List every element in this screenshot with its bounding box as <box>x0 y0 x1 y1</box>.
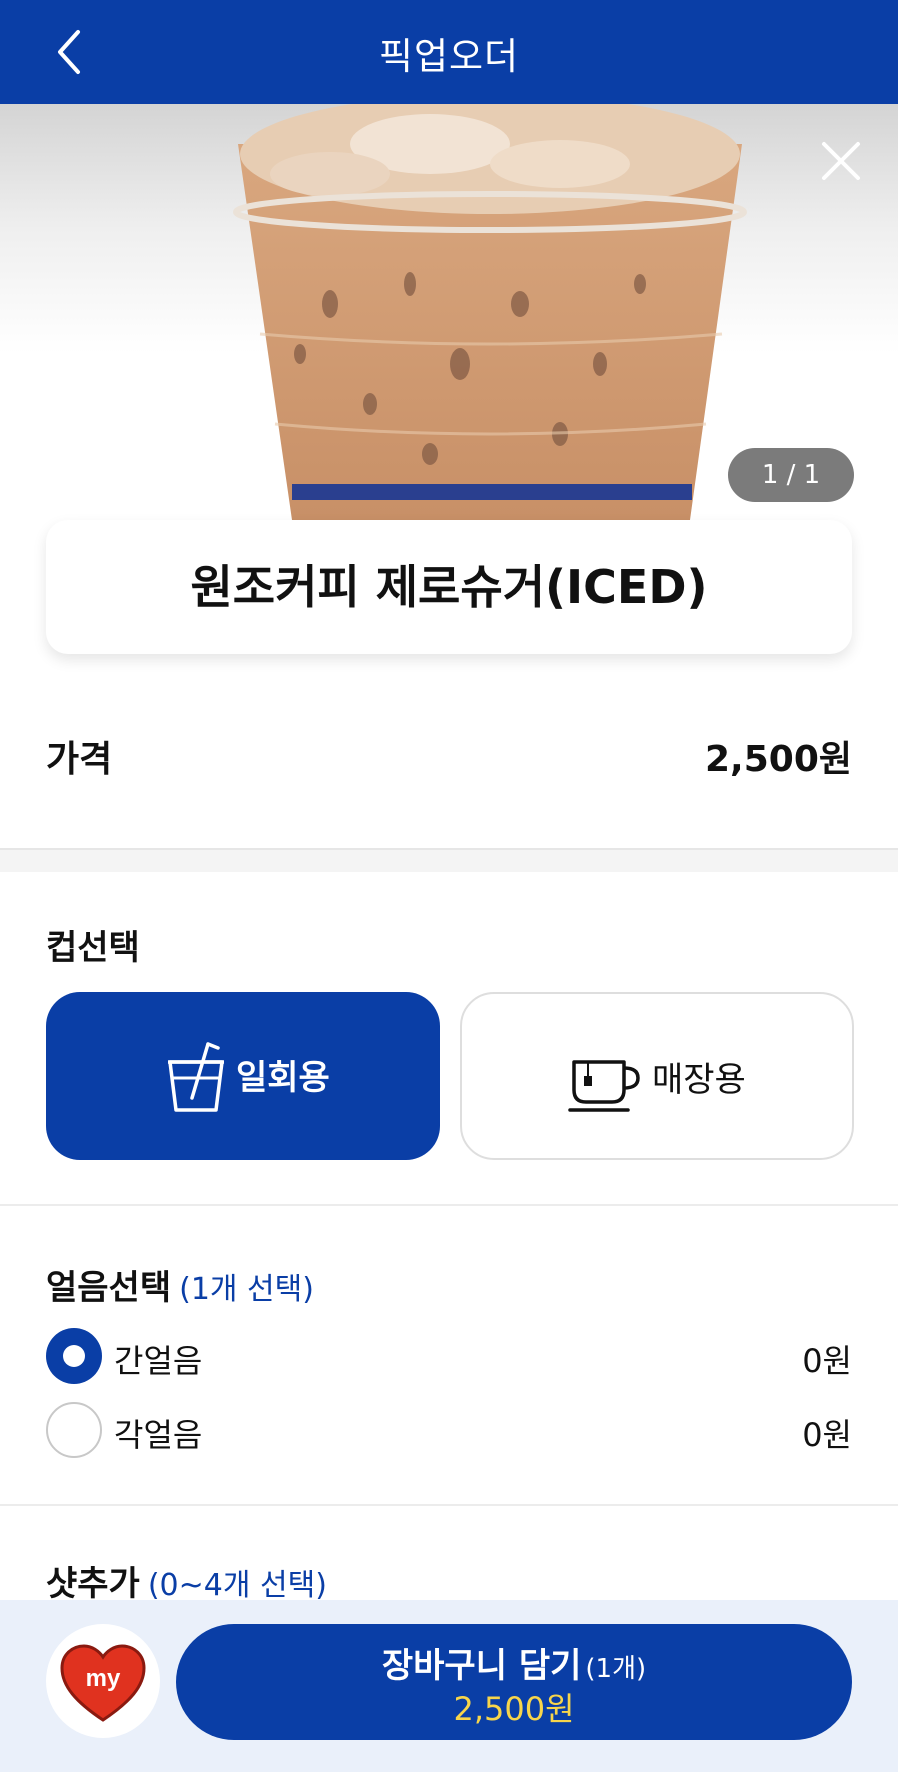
page-title: 픽업오더 <box>378 35 520 78</box>
ice-section-title: 얼음선택 (1개 선택) <box>46 1260 314 1309</box>
plastic-cup-icon <box>168 1042 224 1112</box>
bottom-action-bar: my 장바구니 담기 (1개) 2,500원 <box>0 1600 898 1772</box>
price-label: 가격 <box>46 739 113 780</box>
section-divider <box>0 848 898 872</box>
ice-option-label: 간얼음 <box>114 1342 203 1380</box>
shot-section-hint: (0~4개 선택) <box>147 1568 327 1603</box>
ice-option-price: 0원 <box>802 1416 852 1454</box>
my-menu-button[interactable]: my <box>46 1624 160 1738</box>
my-label: my <box>86 1665 121 1692</box>
shot-section-label: 샷추가 <box>46 1564 140 1604</box>
heart-my-icon: my <box>60 1644 146 1722</box>
cup-section-title: 컵선택 <box>46 920 140 969</box>
ice-option-crushed[interactable]: 간얼음 0원 <box>46 1326 852 1386</box>
mug-icon <box>568 1060 640 1112</box>
add-to-cart-button[interactable]: 장바구니 담기 (1개) 2,500원 <box>176 1624 852 1740</box>
cart-total: 2,500원 <box>453 1690 575 1728</box>
image-counter-badge: 1 / 1 <box>728 448 854 502</box>
ice-option-price: 0원 <box>802 1342 852 1380</box>
ice-option-cube[interactable]: 각얼음 0원 <box>46 1400 852 1460</box>
cart-label-line: 장바구니 담기 (1개) <box>176 1638 852 1687</box>
cup-section-label: 컵선택 <box>46 928 140 968</box>
cart-label: 장바구니 담기 <box>381 1646 582 1686</box>
app-header: 픽업오더 <box>0 0 898 104</box>
ice-option-label: 각얼음 <box>114 1416 203 1454</box>
ice-section-hint: (1개 선택) <box>179 1272 314 1307</box>
divider <box>0 1204 898 1206</box>
cart-quantity: (1개) <box>585 1654 647 1684</box>
radio-selected[interactable] <box>46 1328 102 1384</box>
product-name: 원조커피 제로슈거(ICED) <box>46 520 852 654</box>
close-icon <box>822 142 860 180</box>
product-image-carousel[interactable]: 1 / 1 <box>0 104 898 520</box>
radio-unselected[interactable] <box>46 1402 102 1458</box>
cup-option-store[interactable]: 매장용 <box>460 992 854 1160</box>
shot-section-title: 샷추가 (0~4개 선택) <box>46 1556 327 1605</box>
close-button[interactable] <box>816 136 866 186</box>
cup-option-disposable[interactable]: 일회용 <box>46 992 440 1160</box>
cup-option-disposable-label: 일회용 <box>236 1058 330 1098</box>
price-value: 2,500원 <box>705 739 852 780</box>
ice-section-label: 얼음선택 <box>46 1268 172 1308</box>
price-row: 가격 2,500원 <box>46 730 852 780</box>
cup-option-store-label: 매장용 <box>652 1060 746 1100</box>
divider <box>0 1504 898 1506</box>
